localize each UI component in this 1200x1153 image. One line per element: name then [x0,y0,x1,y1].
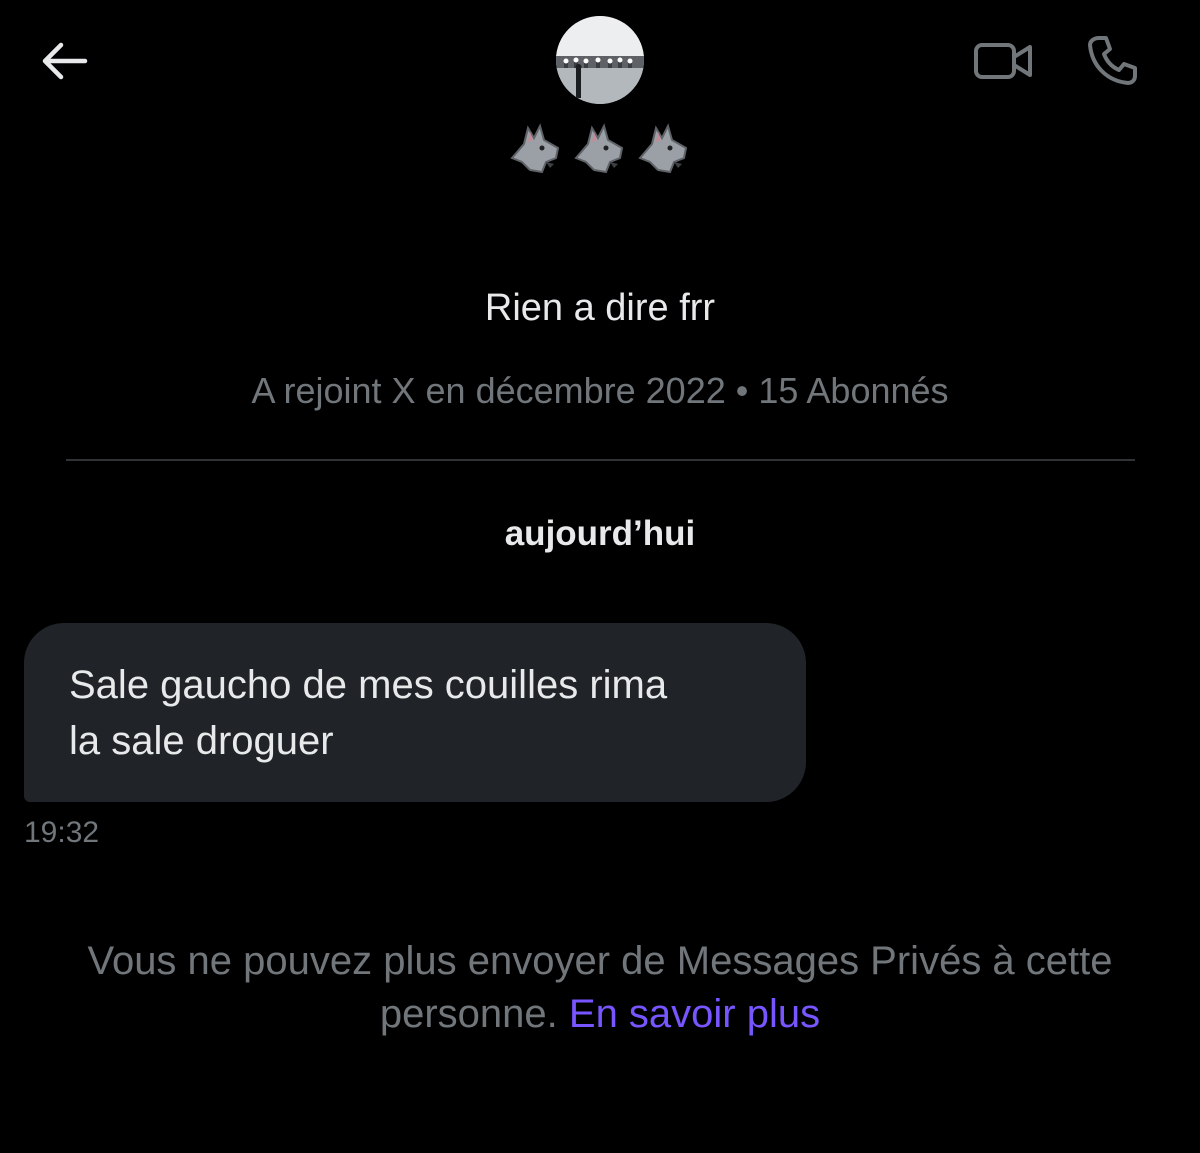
video-camera-icon [974,43,1032,79]
notice-text: personne. [379,992,569,1036]
avatar[interactable] [556,16,644,104]
message-text-line: Sale gaucho de mes couilles rima [69,663,668,707]
wolf-emoji-icon [638,123,688,174]
message-text-line: la sale droguer [69,719,334,763]
wolf-emoji-icon [574,123,624,174]
divider [66,459,1135,461]
day-separator: aujourd’hui [504,514,696,553]
avatar-image [556,16,644,104]
profile-bio: Rien a dire frr [484,287,716,329]
phone-icon [1088,36,1137,85]
display-name [500,118,700,180]
message-timestamp: 19:32 [24,816,100,849]
notice-text-line: Vous ne pouvez plus envoyer de Messages … [87,939,1113,983]
video-call-button[interactable] [970,36,1036,86]
learn-more-link[interactable]: En savoir plus [569,992,820,1036]
message-bubble[interactable]: Sale gaucho de mes couilles rima la sale… [24,623,806,802]
profile-meta: A rejoint X en décembre 2022 • 15 Abonné… [251,370,949,411]
notice-text-line-2: personne. En savoir plus [20,988,1180,1041]
dm-restricted-notice: Vous ne pouvez plus envoyer de Messages … [20,935,1180,1041]
voice-call-button[interactable] [1082,32,1142,88]
arrow-left-icon [42,42,88,80]
back-button[interactable] [36,36,92,86]
wolf-emoji-icon [510,123,560,174]
